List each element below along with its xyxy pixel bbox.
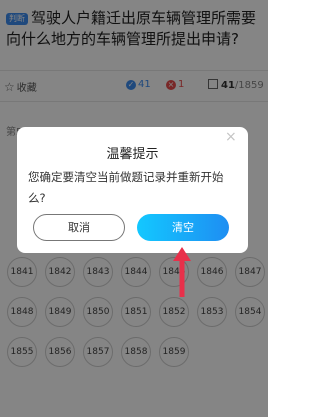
clear-button[interactable]: 清空: [137, 214, 229, 241]
dialog-message: 您确定要清空当前做题记录并重新开始么?: [28, 170, 224, 205]
close-icon[interactable]: ×: [225, 130, 237, 144]
confirm-dialog: × 温馨提示 您确定要清空当前做题记录并重新开始么? 取消 清空: [17, 127, 248, 253]
exam-page: 判断 驾驶人户籍迁出原车辆管理所需要向什么地方的车辆管理所提出申请? ☆ 收藏 ✓ 4…: [0, 0, 268, 417]
cancel-button[interactable]: 取消: [33, 214, 125, 241]
pointer-arrow-icon: [173, 247, 191, 297]
dialog-title: 温馨提示: [106, 147, 159, 162]
